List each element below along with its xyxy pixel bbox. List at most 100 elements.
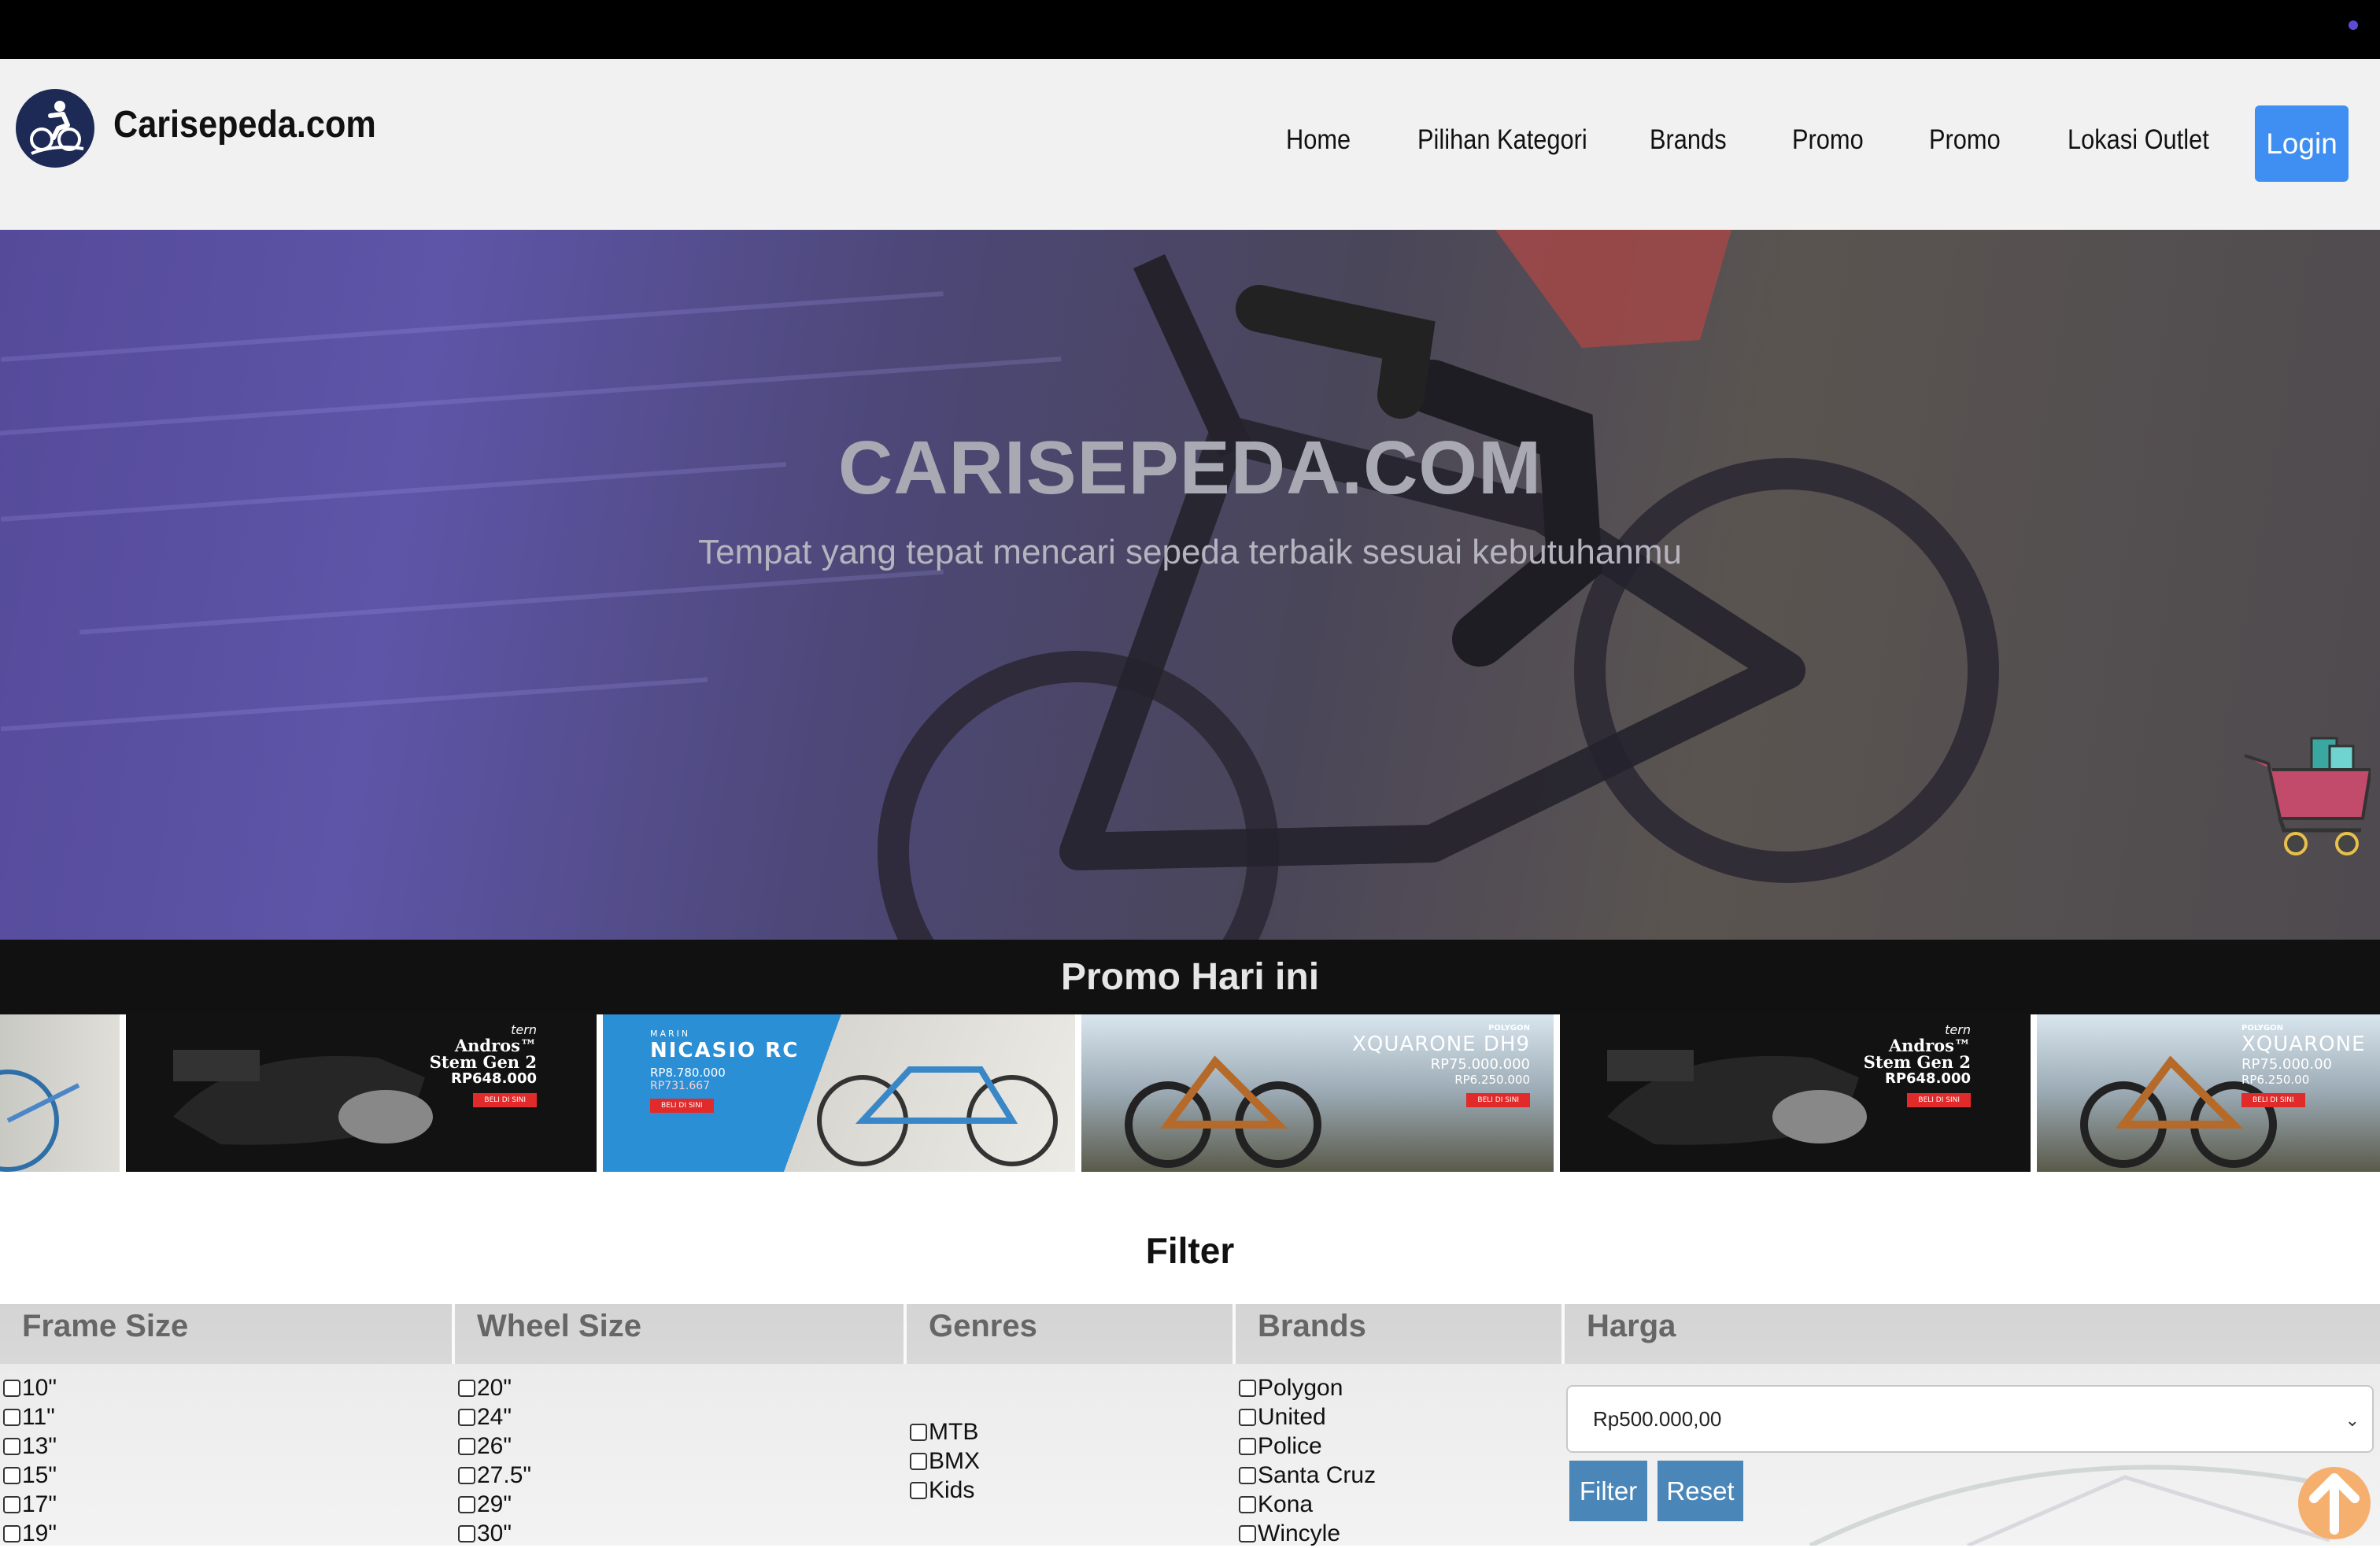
brand-option[interactable]: Polygon — [1239, 1373, 1565, 1402]
checkbox[interactable] — [458, 1524, 475, 1542]
slide-name: XQUARONE DH9 — [1352, 1033, 1530, 1056]
slide-cta-button[interactable]: BELI DI SINI — [1466, 1093, 1530, 1107]
promo-slide[interactable]: POLYGON XQUARONE DH9 RP75.000.000 RP6.25… — [1081, 1014, 1554, 1172]
slide-cta-button[interactable]: BELI DI SINI — [650, 1099, 714, 1113]
top-bar — [0, 0, 2380, 59]
hero-subtitle: Tempat yang tepat mencari sepeda terbaik… — [698, 533, 1682, 571]
checkbox[interactable] — [1239, 1495, 1256, 1513]
wheel-size-filter: Wheel Size 20" 24" 26" 27.5" 29" 30" — [455, 1304, 907, 1546]
nav-promo-2[interactable]: Promo — [1929, 124, 2001, 156]
brand-option[interactable]: Police — [1239, 1432, 1565, 1461]
promo-slide[interactable]: POLYGON XQUARONE RP75.000.00 RP6.250.00 … — [2037, 1014, 2380, 1172]
slide-name: Andros™ Stem Gen 2 — [1863, 1036, 1971, 1072]
frame-size-option[interactable]: 10" — [3, 1373, 455, 1402]
brand-option[interactable]: Kona — [1239, 1490, 1565, 1519]
promo-title: Promo Hari ini — [1060, 956, 1320, 998]
checkbox[interactable] — [3, 1524, 20, 1542]
promo-slide[interactable]: tern Andros™ Stem Gen 2 RP648.000 BELI D… — [1560, 1014, 2031, 1172]
hero-banner: CARISEPEDA.COM Tempat yang tepat mencari… — [0, 230, 2380, 940]
promo-slide[interactable]: tern Andros™ Stem Gen 2 RP648.000 BELI D… — [126, 1014, 597, 1172]
slide-price: RP8.780.000 — [650, 1066, 726, 1080]
filter-heading: Filter — [1145, 1230, 1235, 1271]
slide-name: NICASIO RC — [650, 1039, 800, 1062]
genres-heading: Genres — [907, 1304, 1236, 1364]
checkbox[interactable] — [458, 1379, 475, 1397]
checkbox[interactable] — [3, 1379, 20, 1397]
slide-price: RP648.000 — [450, 1070, 537, 1087]
checkbox[interactable] — [458, 1437, 475, 1455]
checkbox[interactable] — [1239, 1379, 1256, 1397]
checkbox[interactable] — [1239, 1524, 1256, 1542]
checkbox[interactable] — [3, 1495, 20, 1513]
brands-filter: Brands Polygon United Police Santa Cruz … — [1236, 1304, 1565, 1546]
slide-brand: POLYGON — [2241, 1024, 2283, 1033]
promo-slide[interactable]: MARIN NICASIO RC RP8.780.000 RP731.667 B… — [603, 1014, 1075, 1172]
checkbox[interactable] — [910, 1423, 927, 1441]
genres-filter: Genres MTB BMX Kids — [907, 1304, 1236, 1546]
slide-price: RP648.000 — [1884, 1070, 1971, 1087]
mountain-bike-illustration — [878, 230, 1999, 940]
price-select-value: Rp500.000,00 — [1593, 1406, 1722, 1431]
promo-slide[interactable] — [0, 1014, 120, 1172]
slide-price: RP75.000.00 — [2241, 1056, 2332, 1073]
frame-size-option[interactable]: 13" — [3, 1432, 455, 1461]
wheel-size-option[interactable]: 20" — [458, 1373, 907, 1402]
brand-option[interactable]: United — [1239, 1402, 1565, 1432]
reset-button[interactable]: Reset — [1658, 1461, 1743, 1521]
genre-option[interactable]: Kids — [910, 1476, 1236, 1505]
genre-option[interactable]: MTB — [910, 1417, 1236, 1446]
checkbox[interactable] — [910, 1452, 927, 1470]
checkbox[interactable] — [910, 1481, 927, 1499]
wheel-size-option[interactable]: 27.5" — [458, 1461, 907, 1490]
checkbox[interactable] — [1239, 1437, 1256, 1455]
brands-heading: Brands — [1236, 1304, 1565, 1364]
frame-size-heading: Frame Size — [0, 1304, 455, 1364]
checkbox[interactable] — [458, 1466, 475, 1484]
nav-home[interactable]: Home — [1286, 124, 1351, 156]
promo-carousel[interactable]: tern Andros™ Stem Gen 2 RP648.000 BELI D… — [0, 1014, 2380, 1172]
frame-size-option[interactable]: 19" — [3, 1519, 455, 1548]
checkbox[interactable] — [458, 1495, 475, 1513]
frame-size-option[interactable]: 15" — [3, 1461, 455, 1490]
price-select[interactable]: Rp500.000,00 ⌄ — [1566, 1385, 2374, 1453]
arrow-up-icon[interactable] — [2298, 1467, 2371, 1539]
wheel-size-heading: Wheel Size — [455, 1304, 907, 1364]
login-button[interactable]: Login — [2255, 105, 2349, 182]
shopping-cart-icon[interactable] — [2237, 732, 2372, 866]
promo-section-header: Promo Hari ini — [0, 940, 2380, 1014]
main-nav: Home Pilihan Kategori Brands Promo Promo… — [0, 124, 2380, 172]
wheel-size-option[interactable]: 30" — [458, 1519, 907, 1548]
frame-size-option[interactable]: 17" — [3, 1490, 455, 1519]
checkbox[interactable] — [3, 1466, 20, 1484]
slide-price-installment: RP731.667 — [650, 1080, 711, 1092]
nav-lokasi-outlet[interactable]: Lokasi Outlet — [2068, 124, 2209, 156]
slide-price-installment: RP6.250.000 — [1454, 1073, 1530, 1087]
wheel-size-option[interactable]: 26" — [458, 1432, 907, 1461]
checkbox[interactable] — [3, 1437, 20, 1455]
slide-brand: POLYGON — [1488, 1024, 1530, 1033]
genre-option[interactable]: BMX — [910, 1446, 1236, 1476]
wheel-size-option[interactable]: 29" — [458, 1490, 907, 1519]
brand-option[interactable]: Wincyle — [1239, 1519, 1565, 1548]
slide-name: XQUARONE — [2241, 1033, 2366, 1056]
slide-price-installment: RP6.250.00 — [2241, 1073, 2310, 1087]
slide-cta-button[interactable]: BELI DI SINI — [2241, 1093, 2305, 1107]
frame-size-filter: Frame Size 10" 11" 13" 15" 17" 19" — [0, 1304, 455, 1546]
brand-option[interactable]: Santa Cruz — [1239, 1461, 1565, 1490]
slide-price: RP75.000.000 — [1430, 1056, 1530, 1073]
hero-title: CARISEPEDA.COM — [837, 426, 1543, 510]
filter-button[interactable]: Filter — [1569, 1461, 1647, 1521]
slide-cta-button[interactable]: BELI DI SINI — [473, 1093, 537, 1107]
nav-promo[interactable]: Promo — [1792, 124, 1864, 156]
nav-brands[interactable]: Brands — [1650, 124, 1727, 156]
navbar: Carisepeda.com Home Pilihan Kategori Bra… — [0, 59, 2380, 230]
checkbox[interactable] — [458, 1408, 475, 1426]
nav-pilihan-kategori[interactable]: Pilihan Kategori — [1417, 124, 1587, 156]
wheel-size-option[interactable]: 24" — [458, 1402, 907, 1432]
checkbox[interactable] — [3, 1408, 20, 1426]
slide-cta-button[interactable]: BELI DI SINI — [1907, 1093, 1971, 1107]
status-dot — [2349, 20, 2358, 30]
frame-size-option[interactable]: 11" — [3, 1402, 455, 1432]
checkbox[interactable] — [1239, 1408, 1256, 1426]
checkbox[interactable] — [1239, 1466, 1256, 1484]
